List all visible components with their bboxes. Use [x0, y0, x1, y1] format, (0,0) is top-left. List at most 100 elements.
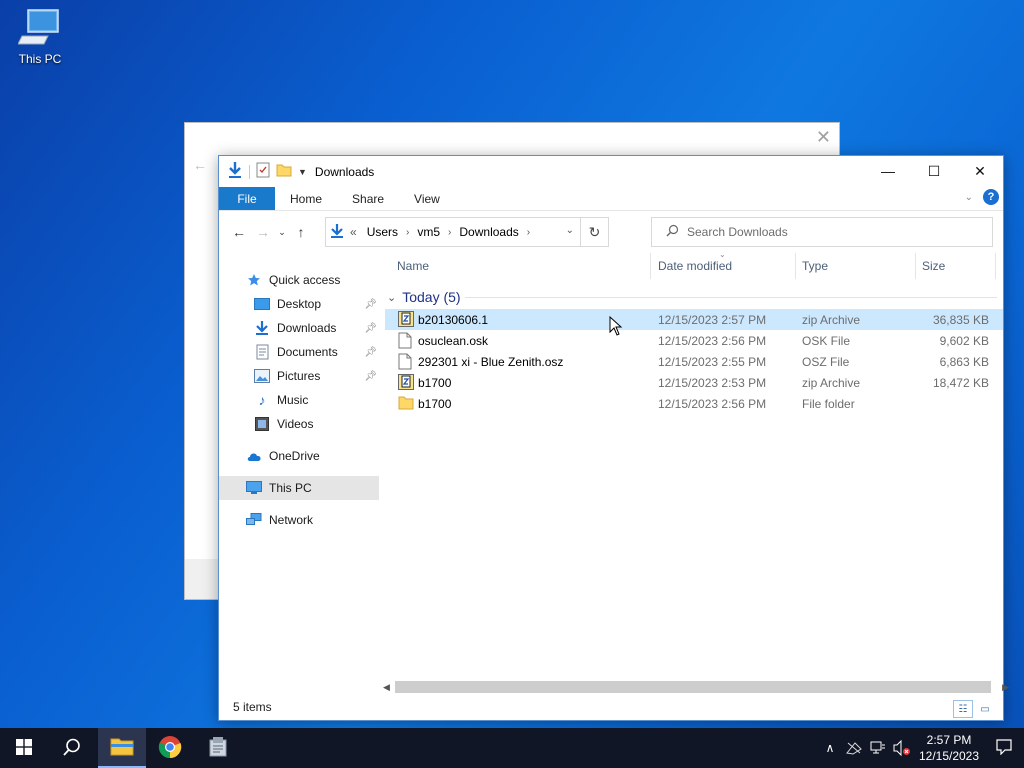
pin-icon[interactable]: 📌︎: [364, 371, 377, 382]
file-size: 9,602 KB: [939, 334, 989, 348]
folder-icon: [398, 395, 414, 412]
pin-icon[interactable]: 📌︎: [364, 299, 377, 310]
refresh-icon[interactable]: ↻: [580, 218, 608, 246]
customize-toolbar-chevron-icon[interactable]: ▼: [298, 167, 307, 177]
nav-item-onedrive[interactable]: OneDrive: [219, 444, 379, 468]
group-header-today[interactable]: ⌄ Today (5): [385, 285, 1003, 309]
address-bar[interactable]: « Users › vm5 › Downloads › ⌄ ↻: [325, 217, 609, 247]
file-name: 292301 xi - Blue Zenith.osz: [418, 355, 564, 369]
column-divider[interactable]: [915, 253, 916, 279]
notification-icon: [996, 738, 1012, 758]
up-arrow-icon[interactable]: ↑: [289, 220, 313, 244]
nav-item-videos[interactable]: Videos: [219, 412, 379, 436]
file-row[interactable]: b1700 12/15/2023 2:53 PM zip Archive 18,…: [385, 372, 1003, 393]
file-icon: [398, 332, 414, 349]
maximize-button[interactable]: ☐: [911, 156, 957, 186]
volume-muted-icon[interactable]: [890, 740, 914, 756]
search-button[interactable]: [48, 728, 96, 768]
column-header-type[interactable]: Type: [802, 259, 828, 273]
nav-item-label: Videos: [277, 417, 314, 431]
navigation-bar: ← → ⌄ ↑ « Users › vm5 › Downloads › ⌄ ↻ …: [219, 211, 1003, 253]
tab-file[interactable]: File: [219, 187, 275, 210]
address-overflow-indicator[interactable]: «: [350, 225, 357, 239]
address-segment-users[interactable]: Users: [367, 225, 398, 239]
column-divider[interactable]: [795, 253, 796, 279]
forward-arrow-icon[interactable]: →: [251, 220, 275, 244]
nav-item-pictures[interactable]: Pictures 📌︎: [219, 364, 379, 388]
chevron-right-icon[interactable]: ›: [448, 227, 451, 238]
new-folder-icon[interactable]: [276, 162, 292, 181]
nav-item-quick-access[interactable]: Quick access: [219, 268, 379, 292]
horizontal-scrollbar[interactable]: ◀ ▶: [381, 680, 1009, 694]
properties-icon[interactable]: [256, 162, 270, 181]
pin-icon[interactable]: 📌︎: [364, 347, 377, 358]
column-divider[interactable]: [650, 253, 651, 279]
address-segment-downloads[interactable]: Downloads: [459, 225, 518, 239]
file-row[interactable]: b1700 12/15/2023 2:56 PM File folder: [385, 393, 1003, 414]
show-hidden-icons-chevron-icon[interactable]: ∧: [818, 741, 842, 755]
column-header-date[interactable]: Date modified: [658, 259, 732, 273]
address-history-chevron-icon[interactable]: ⌄: [566, 225, 574, 236]
nav-item-documents[interactable]: Documents 📌︎: [219, 340, 379, 364]
nav-item-desktop[interactable]: Desktop 📌︎: [219, 292, 379, 316]
scrollbar-thumb[interactable]: [395, 681, 991, 693]
start-button[interactable]: [0, 728, 48, 768]
nav-item-downloads[interactable]: Downloads 📌︎: [219, 316, 379, 340]
clock-time: 2:57 PM: [926, 733, 972, 747]
collapse-chevron-icon[interactable]: ⌄: [387, 291, 396, 304]
column-header-name[interactable]: Name: [397, 259, 429, 273]
nav-item-this-pc[interactable]: This PC: [219, 476, 379, 500]
expand-ribbon-chevron-icon[interactable]: ⌄: [965, 192, 973, 203]
window-title: Downloads: [314, 164, 375, 179]
music-icon: ♪: [258, 392, 266, 408]
taskbar-chrome[interactable]: [146, 728, 194, 768]
minimize-button[interactable]: —: [865, 156, 911, 186]
back-arrow-icon[interactable]: ←: [227, 220, 251, 244]
file-row[interactable]: b20130606.1 12/15/2023 2:57 PM zip Archi…: [385, 309, 1003, 330]
file-date: 12/15/2023 2:55 PM: [658, 355, 767, 369]
pc-icon: [245, 480, 263, 496]
background-close-icon[interactable]: ✕: [816, 127, 831, 148]
search-box[interactable]: Search Downloads: [651, 217, 993, 247]
address-segment-vm5[interactable]: vm5: [417, 225, 440, 239]
large-icons-view-icon[interactable]: ▭: [975, 700, 995, 718]
scroll-left-icon[interactable]: ◀: [383, 682, 390, 693]
file-row[interactable]: 292301 xi - Blue Zenith.osz 12/15/2023 2…: [385, 351, 1003, 372]
network-icon[interactable]: [866, 741, 890, 755]
windows-logo-icon: [16, 738, 32, 758]
folder-icon: [110, 736, 134, 759]
file-date: 12/15/2023 2:53 PM: [658, 376, 767, 390]
column-header-size[interactable]: Size: [922, 259, 945, 273]
details-view-icon[interactable]: ☷: [953, 700, 973, 718]
column-divider[interactable]: [995, 253, 996, 279]
scroll-right-icon[interactable]: ▶: [1002, 682, 1009, 693]
file-row[interactable]: osuclean.osk 12/15/2023 2:56 PM OSK File…: [385, 330, 1003, 351]
close-button[interactable]: ✕: [957, 156, 1003, 186]
videos-icon: [253, 416, 271, 432]
hardware-icon[interactable]: [842, 741, 866, 755]
nav-item-music[interactable]: ♪ Music: [219, 388, 379, 412]
notification-center-button[interactable]: [984, 738, 1024, 758]
chevron-right-icon[interactable]: ›: [527, 227, 530, 238]
tab-home[interactable]: Home: [275, 187, 337, 210]
taskbar-app[interactable]: [194, 728, 242, 768]
file-name: osuclean.osk: [418, 334, 489, 348]
quick-access-toolbar: ▼: [227, 161, 307, 182]
tab-view[interactable]: View: [399, 187, 455, 210]
recent-locations-chevron-icon[interactable]: ⌄: [275, 220, 289, 244]
chevron-right-icon[interactable]: ›: [406, 227, 409, 238]
search-input[interactable]: Search Downloads: [687, 225, 788, 239]
clock[interactable]: 2:57 PM 12/15/2023: [914, 732, 984, 764]
help-icon[interactable]: ?: [983, 189, 999, 205]
star-icon: [245, 272, 263, 288]
status-item-count: 5 items: [233, 700, 272, 714]
desktop-icon-this-pc[interactable]: This PC: [12, 8, 68, 66]
file-type: OSZ File: [802, 355, 850, 369]
pin-icon[interactable]: 📌︎: [364, 323, 377, 334]
group-divider: [465, 297, 997, 298]
tab-share[interactable]: Share: [337, 187, 399, 210]
nav-item-label: Network: [269, 513, 314, 527]
nav-item-network[interactable]: Network: [219, 508, 379, 532]
file-size: 6,863 KB: [939, 355, 989, 369]
taskbar-file-explorer[interactable]: [98, 728, 146, 768]
